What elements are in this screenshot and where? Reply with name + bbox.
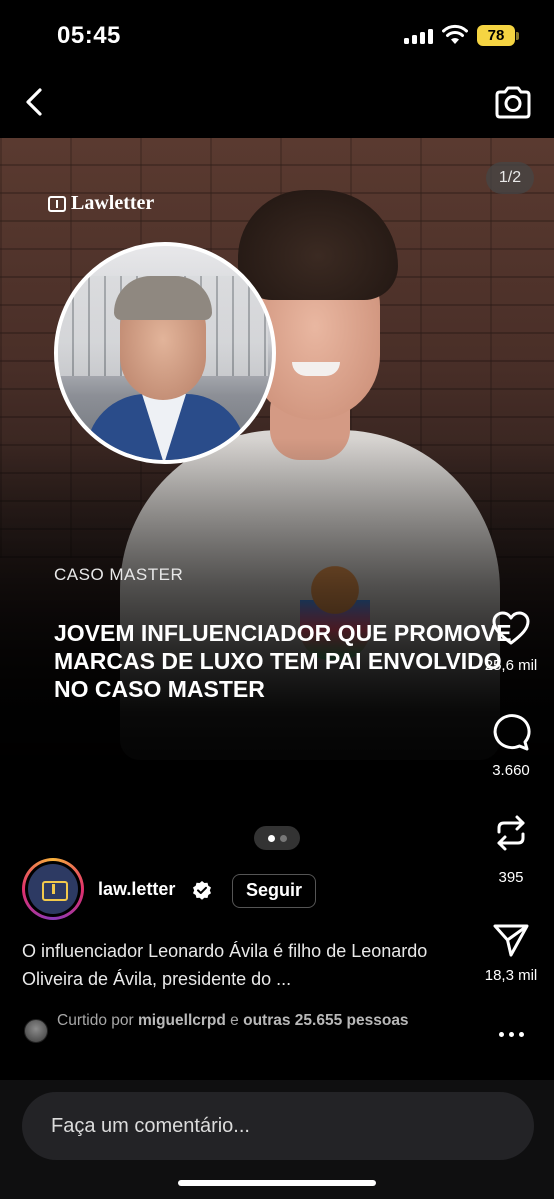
camera-icon[interactable]: [492, 84, 534, 122]
liked-by-text: Curtido por miguellcrpd e outras 25.655 …: [57, 1011, 417, 1031]
post-headline: JOVEM INFLUENCIADOR QUE PROMOVE MARCAS D…: [54, 620, 512, 702]
back-icon[interactable]: [16, 82, 52, 122]
author-avatar[interactable]: [22, 858, 84, 920]
post-kicker: CASO MASTER: [54, 565, 184, 584]
man-hair: [114, 276, 212, 320]
liked-by-conjunction: e: [230, 1012, 239, 1029]
repost-count: 395: [498, 869, 524, 886]
comment-count: 3.660: [492, 762, 530, 779]
like-button[interactable]: 25,6 mil: [471, 610, 551, 674]
battery-tip: [516, 32, 519, 40]
share-count: 18,3 mil: [484, 967, 538, 984]
liked-by-others[interactable]: outras 25.655: [243, 1012, 342, 1029]
send-icon: [493, 924, 529, 957]
carousel-dot-1: [267, 834, 275, 842]
post-caption[interactable]: O influenciador Leonardo Ávila é filho d…: [22, 937, 462, 993]
more-icon[interactable]: [494, 1022, 528, 1046]
status-time: 05:45: [57, 22, 121, 49]
carousel-indicator: [254, 826, 300, 850]
repost-button[interactable]: 395: [471, 813, 551, 886]
carousel-dot-2: [279, 834, 287, 842]
follow-button[interactable]: Seguir: [232, 874, 316, 908]
top-nav: [0, 70, 554, 138]
comment-button[interactable]: 3.660: [471, 713, 551, 779]
comment-bar: Faça um comentário...: [0, 1080, 554, 1199]
status-bar: 05:45 78: [0, 0, 554, 70]
page-counter: 1/2: [486, 162, 534, 194]
liked-by-user[interactable]: miguellcrpd: [138, 1012, 226, 1029]
author-username[interactable]: law.letter: [98, 879, 175, 900]
liked-by-prefix: Curtido por: [57, 1012, 134, 1029]
brand-logo: Lawletter: [48, 192, 154, 215]
share-button[interactable]: 18,3 mil: [471, 922, 551, 984]
newspaper-icon: [28, 864, 78, 914]
home-indicator[interactable]: [178, 1180, 376, 1186]
liker-avatar: [24, 1019, 48, 1043]
newspaper-icon: [48, 195, 66, 212]
heart-icon: [492, 611, 530, 645]
brand-logo-text: Lawletter: [71, 192, 155, 214]
father-inset-photo: [54, 242, 276, 464]
smile: [292, 362, 340, 376]
liked-by-suffix: pessoas: [346, 1012, 409, 1029]
comment-icon: [493, 714, 531, 751]
author-row: law.letter Seguir: [22, 858, 462, 922]
wifi-icon: [442, 24, 468, 44]
liked-by-row[interactable]: Curtido por miguellcrpd e outras 25.655 …: [22, 1011, 422, 1051]
like-count: 25,6 mil: [484, 657, 538, 674]
verified-icon: [193, 881, 211, 900]
signal-icon: [404, 28, 434, 44]
repost-icon: [497, 815, 525, 851]
battery-icon: 78: [477, 25, 515, 46]
comment-input[interactable]: Faça um comentário...: [22, 1092, 534, 1160]
